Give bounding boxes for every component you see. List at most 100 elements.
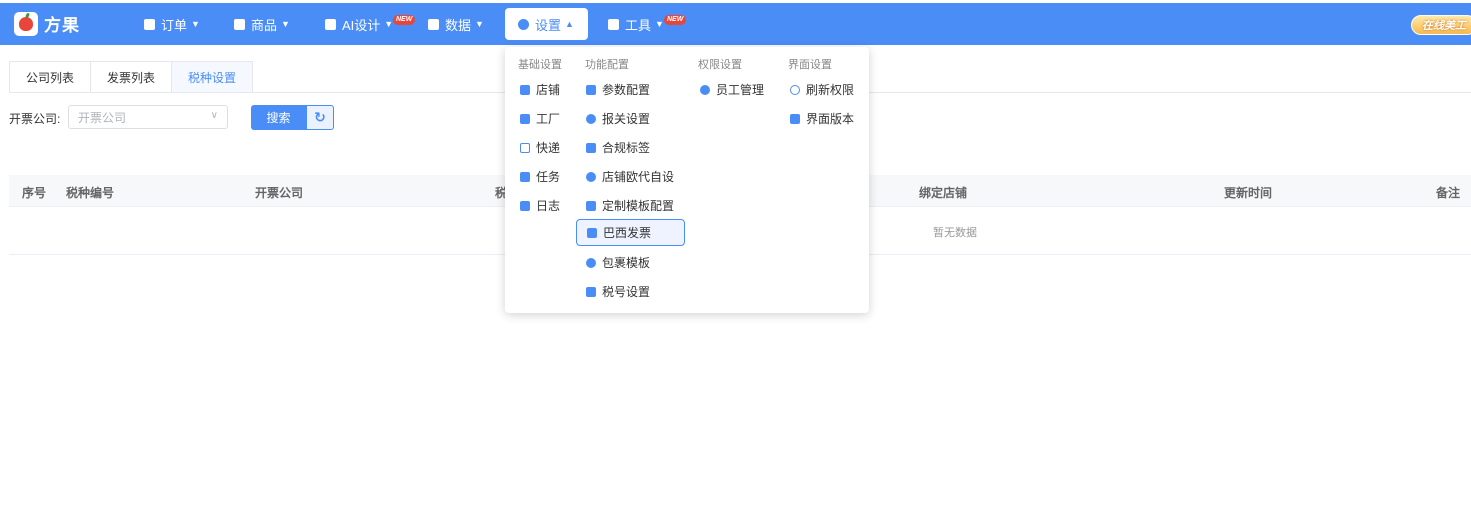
menu-item-label: 日志: [536, 199, 561, 213]
caret-down-icon: ▼: [475, 19, 484, 29]
menu-group-title: 基础设置: [518, 59, 562, 71]
menu-item-package-template[interactable]: 包裹模板: [586, 249, 650, 276]
ai-icon: [325, 18, 336, 30]
menu-item-log[interactable]: 日志: [520, 192, 560, 219]
tab-bar: 公司列表 发票列表 税种设置: [9, 61, 254, 93]
nav-item-label: 工具: [625, 17, 652, 33]
search-button[interactable]: 搜索: [251, 105, 306, 130]
menu-item-label: 税号设置: [602, 285, 651, 299]
tab-company-list[interactable]: 公司列表: [9, 61, 92, 93]
settings-dropdown-menu: 基础设置 店铺 工厂 快递 任务 日志 功能配置 参数配置 报关设置 合规标签 …: [505, 47, 869, 313]
column-header: 绑定店铺: [919, 186, 968, 200]
menu-item-shop-eu-rep[interactable]: 店铺欧代自设: [586, 163, 674, 190]
nav-item-settings[interactable]: 设置 ▲: [505, 8, 588, 40]
menu-item-param-config[interactable]: 参数配置: [586, 76, 650, 103]
nav-item-orders[interactable]: 订单 ▼: [136, 8, 208, 40]
caret-down-icon: ▼: [281, 19, 290, 29]
column-header: 备注: [1436, 186, 1461, 200]
refresh-icon: ↻: [314, 109, 326, 125]
nav-item-data[interactable]: 数据 ▼: [420, 8, 492, 40]
tab-invoice-list[interactable]: 发票列表: [90, 61, 173, 93]
task-icon: [520, 171, 530, 182]
gear-icon: [518, 18, 529, 30]
column-header: 序号: [22, 186, 47, 200]
menu-item-refresh-permissions[interactable]: 刷新权限: [790, 76, 854, 103]
select-placeholder: 开票公司: [78, 110, 127, 125]
log-icon: [520, 200, 530, 211]
refresh-button[interactable]: ↻: [306, 105, 334, 130]
tag-icon: [586, 142, 596, 153]
online-designer-button[interactable]: 在线美工: [1411, 15, 1471, 35]
menu-item-customs-settings[interactable]: 报关设置: [586, 105, 650, 132]
menu-item-label: 参数配置: [602, 83, 651, 97]
nav-item-products[interactable]: 商品 ▼: [226, 8, 298, 40]
nav-item-label: 设置: [535, 17, 562, 33]
menu-item-label: 店铺欧代自设: [602, 170, 675, 184]
menu-item-factory[interactable]: 工厂: [520, 105, 560, 132]
box-icon: [520, 142, 530, 153]
menu-item-brazil-invoice[interactable]: 巴西发票: [576, 219, 685, 246]
caret-down-icon: ▼: [384, 19, 394, 29]
refresh-icon: [790, 84, 800, 95]
menu-item-label: 报关设置: [602, 112, 651, 126]
menu-item-task[interactable]: 任务: [520, 163, 560, 190]
eu-rep-icon: [586, 171, 596, 182]
app-name: 方果: [44, 16, 80, 35]
nav-item-label: 数据: [445, 17, 472, 33]
customs-icon: [586, 113, 596, 124]
new-badge: NEW: [393, 15, 416, 25]
menu-group-title: 权限设置: [698, 59, 742, 71]
factory-icon: [520, 113, 530, 124]
nav-item-ai-design[interactable]: AI设计 ▼: [317, 8, 401, 40]
tab-tax-settings[interactable]: 税种设置: [171, 61, 254, 93]
nav-item-label: AI设计: [342, 17, 381, 33]
menu-item-express[interactable]: 快递: [520, 134, 560, 161]
column-header: 开票公司: [255, 186, 304, 200]
tax-icon: [586, 286, 596, 297]
menu-item-label: 快递: [536, 141, 561, 155]
apple-logo-icon: [14, 11, 38, 36]
menu-item-label: 合规标签: [602, 141, 651, 155]
menu-group-title: 功能配置: [585, 59, 629, 71]
app-logo[interactable]: 方果: [14, 11, 80, 36]
menu-item-tax-number[interactable]: 税号设置: [586, 278, 650, 305]
menu-item-compliance-label[interactable]: 合规标签: [586, 134, 650, 161]
store-icon: [520, 84, 530, 95]
menu-item-label: 工厂: [536, 112, 561, 126]
nav-item-label: 商品: [251, 17, 278, 33]
menu-item-label: 员工管理: [716, 83, 765, 97]
filter-label: 开票公司:: [9, 112, 61, 126]
menu-group-title: 界面设置: [788, 59, 832, 71]
menu-item-label: 店铺: [536, 83, 561, 97]
bag-icon: [234, 18, 245, 30]
company-select[interactable]: 开票公司 ∨: [68, 105, 228, 129]
new-badge: NEW: [664, 15, 687, 25]
menu-item-staff-management[interactable]: 员工管理: [700, 76, 764, 103]
caret-up-icon: ▲: [565, 19, 574, 29]
top-nav-bar: 方果 订单 ▼ 商品 ▼ AI设计 ▼ NEW 数据 ▼ 设置 ▲ 工具 ▼ N…: [0, 3, 1471, 45]
menu-item-ui-version[interactable]: 界面版本: [790, 105, 854, 132]
invoice-icon: [587, 227, 597, 238]
chart-icon: [428, 18, 439, 30]
settings-doc-icon: [586, 84, 596, 95]
package-icon: [586, 257, 596, 268]
menu-item-label: 任务: [536, 170, 561, 184]
caret-down-icon: ▼: [655, 19, 664, 29]
menu-item-label: 包裹模板: [602, 256, 651, 270]
user-icon: [700, 84, 710, 95]
menu-item-label: 界面版本: [806, 112, 855, 126]
nav-item-tools[interactable]: 工具 ▼: [600, 8, 672, 40]
menu-item-label: 刷新权限: [806, 83, 855, 97]
empty-state-text: 暂无数据: [933, 227, 977, 239]
clipboard-icon: [144, 18, 155, 30]
column-header: 更新时间: [1224, 186, 1273, 200]
menu-item-shop[interactable]: 店铺: [520, 76, 560, 103]
menu-item-label: 定制模板配置: [602, 199, 675, 213]
column-header: 税种编号: [66, 186, 115, 200]
tools-icon: [586, 200, 596, 211]
cube-icon: [608, 18, 619, 30]
chevron-down-icon: ∨: [210, 110, 218, 121]
nav-item-label: 订单: [161, 17, 188, 33]
caret-down-icon: ▼: [191, 19, 200, 29]
menu-item-custom-template[interactable]: 定制模板配置: [586, 192, 674, 219]
